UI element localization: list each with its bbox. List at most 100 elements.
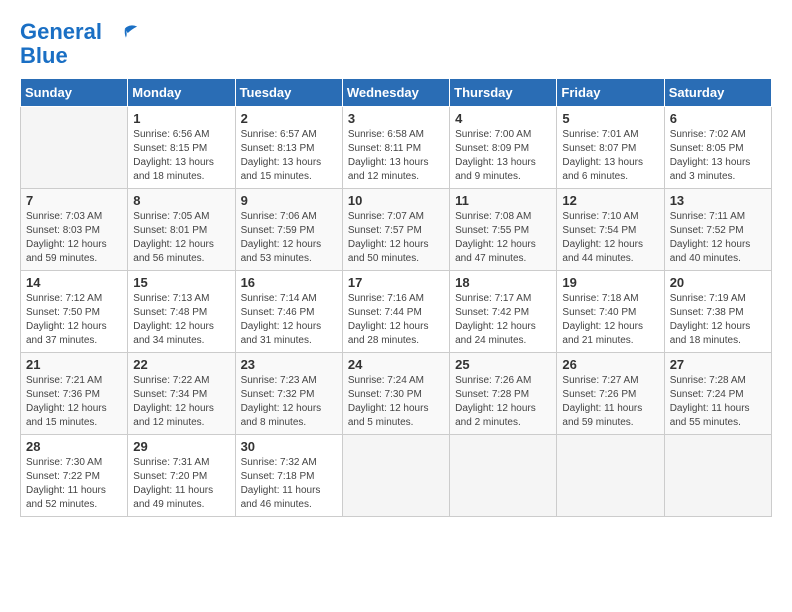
- day-info: Sunrise: 7:13 AMSunset: 7:48 PMDaylight:…: [133, 292, 229, 348]
- day-number: 8: [133, 193, 229, 208]
- day-number: 19: [562, 275, 658, 290]
- day-number: 27: [670, 357, 766, 372]
- calendar-cell: 11 Sunrise: 7:08 AMSunset: 7:55 PMDayligh…: [450, 189, 557, 271]
- calendar-cell: 20 Sunrise: 7:19 AMSunset: 7:38 PMDayligh…: [664, 271, 771, 353]
- calendar-cell: 3Sunrise: 6:58 AMSunset: 8:11 PMDaylight…: [342, 107, 449, 189]
- day-number: 22: [133, 357, 229, 372]
- day-info: Sunrise: 7:07 AMSunset: 7:57 PMDaylight:…: [348, 210, 444, 266]
- day-info: Sunrise: 7:10 AMSunset: 7:54 PMDaylight:…: [562, 210, 658, 266]
- day-number: 29: [133, 439, 229, 454]
- day-number: 30: [241, 439, 337, 454]
- calendar-cell: 23 Sunrise: 7:23 AMSunset: 7:32 PMDayligh…: [235, 353, 342, 435]
- calendar-week-row: 1 Sunrise: 6:56 AMSunset: 8:15 PMDaylight…: [21, 107, 772, 189]
- calendar-cell: 9Sunrise: 7:06 AMSunset: 7:59 PMDaylight…: [235, 189, 342, 271]
- page-header: General Blue: [20, 20, 772, 68]
- calendar-cell: 25 Sunrise: 7:26 AMSunset: 7:28 PMDayligh…: [450, 353, 557, 435]
- day-info: Sunrise: 7:03 AMSunset: 8:03 PMDaylight:…: [26, 210, 122, 266]
- day-number: 7: [26, 193, 122, 208]
- calendar-cell: 5 Sunrise: 7:01 AMSunset: 8:07 PMDaylight…: [557, 107, 664, 189]
- day-info: Sunrise: 6:57 AMSunset: 8:13 PMDaylight:…: [241, 128, 337, 184]
- logo-blue: Blue: [20, 44, 139, 68]
- day-number: 18: [455, 275, 551, 290]
- day-number: 17: [348, 275, 444, 290]
- day-info: Sunrise: 7:31 AMSunset: 7:20 PMDaylight:…: [133, 456, 229, 512]
- calendar-cell: 12Sunrise: 7:10 AMSunset: 7:54 PMDayligh…: [557, 189, 664, 271]
- weekday-header: Saturday: [664, 79, 771, 107]
- day-info: Sunrise: 7:23 AMSunset: 7:32 PMDaylight:…: [241, 374, 337, 430]
- weekday-header: Sunday: [21, 79, 128, 107]
- calendar-table: SundayMondayTuesdayWednesdayThursdayFrid…: [20, 78, 772, 517]
- calendar-cell: [557, 435, 664, 517]
- calendar-week-row: 14 Sunrise: 7:12 AMSunset: 7:50 PMDayligh…: [21, 271, 772, 353]
- day-info: Sunrise: 6:58 AMSunset: 8:11 PMDaylight:…: [348, 128, 444, 184]
- day-number: 9: [241, 193, 337, 208]
- day-info: Sunrise: 7:26 AMSunset: 7:28 PMDaylight:…: [455, 374, 551, 430]
- calendar-cell: 14 Sunrise: 7:12 AMSunset: 7:50 PMDayligh…: [21, 271, 128, 353]
- day-info: Sunrise: 7:27 AMSunset: 7:26 PMDaylight:…: [562, 374, 658, 430]
- day-info: Sunrise: 7:05 AMSunset: 8:01 PMDaylight:…: [133, 210, 229, 266]
- day-info: Sunrise: 7:16 AMSunset: 7:44 PMDaylight:…: [348, 292, 444, 348]
- day-number: 4: [455, 111, 551, 126]
- calendar-cell: 6 Sunrise: 7:02 AMSunset: 8:05 PMDaylight…: [664, 107, 771, 189]
- day-info: Sunrise: 7:01 AMSunset: 8:07 PMDaylight:…: [562, 128, 658, 184]
- calendar-cell: 2 Sunrise: 6:57 AMSunset: 8:13 PMDaylight…: [235, 107, 342, 189]
- calendar-cell: 18Sunrise: 7:17 AMSunset: 7:42 PMDayligh…: [450, 271, 557, 353]
- day-number: 26: [562, 357, 658, 372]
- day-info: Sunrise: 7:14 AMSunset: 7:46 PMDaylight:…: [241, 292, 337, 348]
- calendar-cell: 30 Sunrise: 7:32 AMSunset: 7:18 PMDayligh…: [235, 435, 342, 517]
- day-number: 23: [241, 357, 337, 372]
- day-info: Sunrise: 6:56 AMSunset: 8:15 PMDaylight:…: [133, 128, 229, 184]
- day-info: Sunrise: 7:32 AMSunset: 7:18 PMDaylight:…: [241, 456, 337, 512]
- calendar-cell: [664, 435, 771, 517]
- calendar-cell: 28Sunrise: 7:30 AMSunset: 7:22 PMDayligh…: [21, 435, 128, 517]
- calendar-cell: 10Sunrise: 7:07 AMSunset: 7:57 PMDayligh…: [342, 189, 449, 271]
- day-number: 15: [133, 275, 229, 290]
- day-number: 16: [241, 275, 337, 290]
- day-info: Sunrise: 7:24 AMSunset: 7:30 PMDaylight:…: [348, 374, 444, 430]
- weekday-header: Tuesday: [235, 79, 342, 107]
- day-info: Sunrise: 7:08 AMSunset: 7:55 PMDaylight:…: [455, 210, 551, 266]
- day-info: Sunrise: 7:00 AMSunset: 8:09 PMDaylight:…: [455, 128, 551, 184]
- calendar-cell: 16 Sunrise: 7:14 AMSunset: 7:46 PMDayligh…: [235, 271, 342, 353]
- calendar-cell: [21, 107, 128, 189]
- calendar-cell: 8 Sunrise: 7:05 AMSunset: 8:01 PMDaylight…: [128, 189, 235, 271]
- day-number: 11: [455, 193, 551, 208]
- calendar-cell: 26 Sunrise: 7:27 AMSunset: 7:26 PMDayligh…: [557, 353, 664, 435]
- weekday-header: Friday: [557, 79, 664, 107]
- calendar-cell: [342, 435, 449, 517]
- calendar-week-row: 7 Sunrise: 7:03 AMSunset: 8:03 PMDaylight…: [21, 189, 772, 271]
- calendar-cell: 7 Sunrise: 7:03 AMSunset: 8:03 PMDaylight…: [21, 189, 128, 271]
- day-number: 24: [348, 357, 444, 372]
- logo: General Blue: [20, 20, 139, 68]
- calendar-cell: [450, 435, 557, 517]
- day-info: Sunrise: 7:18 AMSunset: 7:40 PMDaylight:…: [562, 292, 658, 348]
- day-number: 2: [241, 111, 337, 126]
- day-number: 5: [562, 111, 658, 126]
- day-number: 1: [133, 111, 229, 126]
- calendar-cell: 1 Sunrise: 6:56 AMSunset: 8:15 PMDaylight…: [128, 107, 235, 189]
- day-number: 6: [670, 111, 766, 126]
- weekday-header: Monday: [128, 79, 235, 107]
- logo-general: General: [20, 19, 102, 44]
- weekday-header: Thursday: [450, 79, 557, 107]
- day-info: Sunrise: 7:21 AMSunset: 7:36 PMDaylight:…: [26, 374, 122, 430]
- day-number: 14: [26, 275, 122, 290]
- day-info: Sunrise: 7:12 AMSunset: 7:50 PMDaylight:…: [26, 292, 122, 348]
- calendar-week-row: 21Sunrise: 7:21 AMSunset: 7:36 PMDayligh…: [21, 353, 772, 435]
- calendar-cell: 22 Sunrise: 7:22 AMSunset: 7:34 PMDayligh…: [128, 353, 235, 435]
- calendar-cell: 21Sunrise: 7:21 AMSunset: 7:36 PMDayligh…: [21, 353, 128, 435]
- day-info: Sunrise: 7:11 AMSunset: 7:52 PMDaylight:…: [670, 210, 766, 266]
- calendar-cell: 27 Sunrise: 7:28 AMSunset: 7:24 PMDayligh…: [664, 353, 771, 435]
- calendar-cell: 24 Sunrise: 7:24 AMSunset: 7:30 PMDayligh…: [342, 353, 449, 435]
- calendar-cell: 13Sunrise: 7:11 AMSunset: 7:52 PMDayligh…: [664, 189, 771, 271]
- day-info: Sunrise: 7:30 AMSunset: 7:22 PMDaylight:…: [26, 456, 122, 512]
- weekday-header-row: SundayMondayTuesdayWednesdayThursdayFrid…: [21, 79, 772, 107]
- logo-text: General: [20, 20, 139, 44]
- day-info: Sunrise: 7:02 AMSunset: 8:05 PMDaylight:…: [670, 128, 766, 184]
- day-info: Sunrise: 7:28 AMSunset: 7:24 PMDaylight:…: [670, 374, 766, 430]
- day-number: 25: [455, 357, 551, 372]
- day-info: Sunrise: 7:19 AMSunset: 7:38 PMDaylight:…: [670, 292, 766, 348]
- day-info: Sunrise: 7:22 AMSunset: 7:34 PMDaylight:…: [133, 374, 229, 430]
- calendar-cell: 4 Sunrise: 7:00 AMSunset: 8:09 PMDaylight…: [450, 107, 557, 189]
- day-number: 20: [670, 275, 766, 290]
